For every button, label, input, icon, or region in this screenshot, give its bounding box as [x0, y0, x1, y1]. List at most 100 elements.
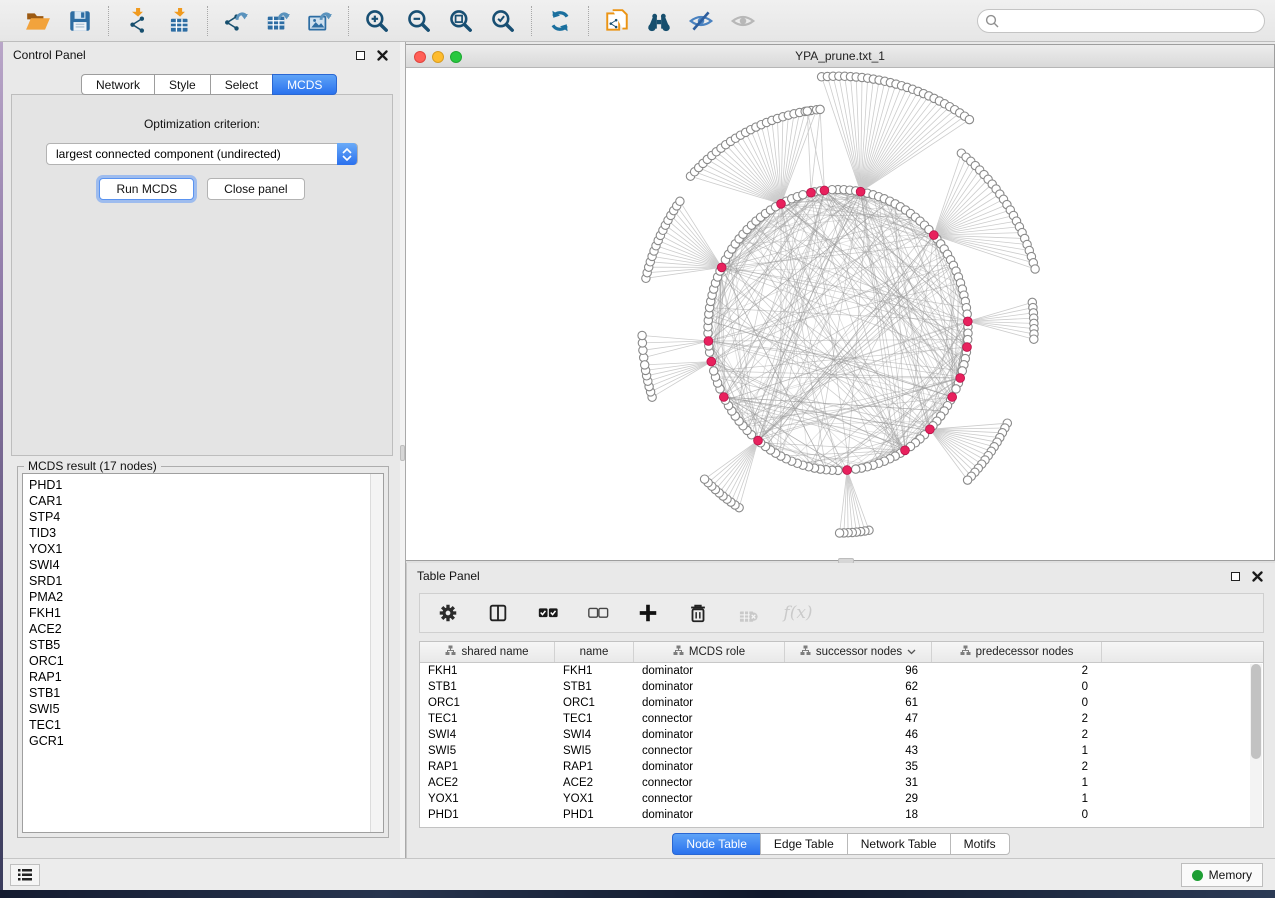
run-mcds-button[interactable]: Run MCDS	[99, 178, 194, 200]
close-panel-icon[interactable]	[374, 47, 390, 63]
save-session-icon[interactable]	[64, 5, 96, 37]
table-row[interactable]: SWI5SWI5connector431	[420, 743, 1263, 759]
memory-button[interactable]: Memory	[1181, 863, 1263, 887]
mcds-result-item[interactable]: GCR1	[29, 733, 383, 749]
mcds-result-item[interactable]: FKH1	[29, 605, 383, 621]
open-file-icon[interactable]	[22, 5, 54, 37]
tab-motifs[interactable]: Motifs	[950, 833, 1010, 855]
table-row[interactable]: RAP1RAP1dominator352	[420, 759, 1263, 775]
settings-gear-icon[interactable]	[432, 597, 464, 629]
column-header-predecessor-nodes[interactable]: predecessor nodes	[932, 642, 1102, 662]
table-header-row: shared namenameMCDS rolesuccessor nodesp…	[420, 642, 1263, 663]
tab-select[interactable]: Select	[210, 74, 272, 95]
table-row[interactable]: PHD1PHD1dominator180	[420, 807, 1263, 823]
window-zoom-icon[interactable]	[450, 51, 462, 63]
mcds-result-list[interactable]: PHD1CAR1STP4TID3YOX1SWI4SRD1PMA2FKH1ACE2…	[22, 473, 384, 833]
column-header-MCDS-role[interactable]: MCDS role	[634, 642, 785, 662]
desktop-background-bottom	[0, 890, 1275, 898]
network-document-icon[interactable]	[601, 5, 633, 37]
zoom-selected-icon[interactable]	[487, 5, 519, 37]
column-view-icon[interactable]	[482, 597, 514, 629]
mcds-result-item[interactable]: SRD1	[29, 573, 383, 589]
optimization-criterion-select[interactable]: largest connected component (undirected)	[46, 143, 358, 165]
table-scrollbar[interactable]	[1250, 664, 1262, 827]
tab-network[interactable]: Network	[81, 74, 154, 95]
tab-style[interactable]: Style	[154, 74, 210, 95]
mcds-result-item[interactable]: TEC1	[29, 717, 383, 733]
add-column-icon[interactable]	[632, 597, 664, 629]
search-input[interactable]	[977, 9, 1265, 33]
mcds-result-item[interactable]: ACE2	[29, 621, 383, 637]
column-type-icon	[960, 645, 971, 659]
task-history-button[interactable]	[10, 864, 40, 886]
mcds-result-item[interactable]: YOX1	[29, 541, 383, 557]
export-table-icon[interactable]	[262, 5, 294, 37]
import-table-icon[interactable]	[163, 5, 195, 37]
mcds-result-item[interactable]: STB5	[29, 637, 383, 653]
search-binoculars-icon[interactable]	[643, 5, 675, 37]
table-row[interactable]: STB1STB1dominator620	[420, 679, 1263, 695]
network-window-titlebar[interactable]: YPA_prune.txt_1	[406, 45, 1274, 68]
export-image-icon[interactable]	[304, 5, 336, 37]
mcds-result-item[interactable]: STB1	[29, 685, 383, 701]
zoom-fit-icon[interactable]	[445, 5, 477, 37]
hide-selected-eye-icon[interactable]	[685, 5, 717, 37]
window-close-icon[interactable]	[414, 51, 426, 63]
search-container	[977, 9, 1265, 33]
table-row[interactable]: SWI4SWI4dominator462	[420, 727, 1263, 743]
mcds-result-item[interactable]: CAR1	[29, 493, 383, 509]
application-window: Control Panel NetworkStyleSelectMCDS Opt…	[0, 0, 1275, 898]
column-type-icon	[673, 645, 684, 659]
clear-selection-icon[interactable]	[582, 597, 614, 629]
tab-node-table[interactable]: Node Table	[672, 833, 760, 855]
close-panel-button[interactable]: Close panel	[207, 178, 304, 200]
table-row[interactable]: ORC1ORC1dominator610	[420, 695, 1263, 711]
tab-mcds[interactable]: MCDS	[272, 74, 337, 95]
network-canvas[interactable]	[406, 68, 1273, 560]
network-graph[interactable]	[406, 68, 1273, 560]
mcds-result-item[interactable]: ORC1	[29, 653, 383, 669]
mcds-result-item[interactable]: RAP1	[29, 669, 383, 685]
close-table-panel-icon[interactable]	[1249, 568, 1265, 584]
tab-network-table[interactable]: Network Table	[847, 833, 950, 855]
select-all-rows-icon[interactable]	[532, 597, 564, 629]
delete-column-icon[interactable]	[682, 597, 714, 629]
float-panel-icon[interactable]	[352, 47, 368, 63]
mcds-result-item[interactable]: STP4	[29, 509, 383, 525]
tab-edge-table[interactable]: Edge Table	[760, 833, 847, 855]
column-header-successor-nodes[interactable]: successor nodes	[785, 642, 932, 662]
table-toolbar: f(x)	[419, 593, 1264, 633]
import-network-icon[interactable]	[121, 5, 153, 37]
table-row[interactable]: ACE2ACE2connector311	[420, 775, 1263, 791]
optimization-criterion-label: Optimization criterion:	[12, 117, 392, 131]
table-row[interactable]: FKH1FKH1dominator962	[420, 663, 1263, 679]
main-toolbar	[0, 0, 1275, 42]
window-minimize-icon[interactable]	[432, 51, 444, 63]
column-header-shared-name[interactable]: shared name	[420, 642, 555, 662]
table-panel-title: Table Panel	[417, 569, 480, 583]
zoom-in-icon[interactable]	[361, 5, 393, 37]
table-row[interactable]: TEC1TEC1connector472	[420, 711, 1263, 727]
float-table-panel-icon[interactable]	[1227, 568, 1243, 584]
mcds-result-item[interactable]: PHD1	[29, 477, 383, 493]
control-panel-title: Control Panel	[13, 48, 86, 62]
mcds-result-group: MCDS result (17 nodes) PHD1CAR1STP4TID3Y…	[17, 466, 389, 838]
export-network-icon[interactable]	[220, 5, 252, 37]
table-row[interactable]: YOX1YOX1connector291	[420, 791, 1263, 807]
mcds-result-item[interactable]: SWI5	[29, 701, 383, 717]
column-type-icon	[800, 645, 811, 659]
show-all-eye-icon	[727, 5, 759, 37]
zoom-out-icon[interactable]	[403, 5, 435, 37]
network-view-window: YPA_prune.txt_1	[406, 44, 1275, 561]
refresh-network-icon[interactable]	[544, 5, 576, 37]
mcds-list-scrollbar[interactable]	[370, 474, 383, 832]
mcds-result-item[interactable]: TID3	[29, 525, 383, 541]
node-table: shared namenameMCDS rolesuccessor nodesp…	[419, 641, 1264, 828]
select-stepper-icon	[337, 143, 357, 165]
column-header-name[interactable]: name	[555, 642, 634, 662]
function-builder-icon: f(x)	[782, 597, 814, 629]
mcds-result-item[interactable]: SWI4	[29, 557, 383, 573]
mcds-tab-content: Optimization criterion: largest connecte…	[11, 94, 393, 456]
mcds-result-item[interactable]: PMA2	[29, 589, 383, 605]
delete-table-icon	[732, 597, 764, 629]
